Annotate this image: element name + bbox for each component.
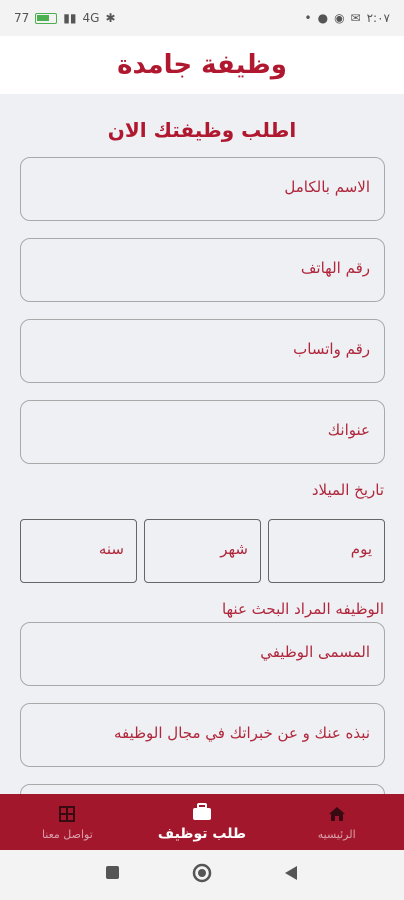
whatsapp-field[interactable]: رقم واتساب xyxy=(20,319,385,383)
nav-job-request-label: طلب توظيف xyxy=(157,826,247,842)
app-bar: وظيفة جامدة xyxy=(0,36,404,94)
job-title-placeholder: المسمى الوظيفي xyxy=(260,643,370,661)
grid-icon xyxy=(56,804,78,824)
dob-label: تاريخ الميلاد xyxy=(311,481,384,499)
briefcase-icon xyxy=(191,802,213,822)
bio-placeholder: نبذه عنك و عن خبراتك في مجال الوظيفه xyxy=(113,724,370,742)
form-heading: اطلب وظيفتك الان xyxy=(107,118,297,142)
recents-icon[interactable] xyxy=(105,865,121,885)
status-right: • ● ◉ ✉ ٢:٠٧ xyxy=(305,11,391,25)
dob-group: يوم شهر سنه xyxy=(20,519,385,583)
address-field[interactable]: عنوانك xyxy=(20,400,385,464)
full-name-field[interactable]: الاسم بالكامل xyxy=(20,157,385,221)
battery-level: 77 xyxy=(14,11,30,25)
battery-icon xyxy=(35,12,58,24)
bottom-nav: الرئيسيه طلب توظيف تواصل معنا xyxy=(0,794,404,850)
nav-item-contact[interactable]: تواصل معنا xyxy=(7,804,127,841)
full-name-placeholder: الاسم بالكامل xyxy=(284,178,370,196)
app-title: وظيفة جامدة xyxy=(117,50,287,80)
job-title-field[interactable]: المسمى الوظيفي xyxy=(20,622,385,686)
nav-item-job-request[interactable]: طلب توظيف xyxy=(142,802,262,842)
home-button-icon[interactable] xyxy=(191,862,213,888)
status-time: ٢:٠٧ xyxy=(366,11,390,25)
nav-item-home[interactable]: الرئيسيه xyxy=(277,804,397,841)
network-type: 4G xyxy=(82,11,100,25)
nav-contact-label: تواصل معنا xyxy=(41,827,93,841)
whatsapp-placeholder: رقم واتساب xyxy=(293,340,370,358)
message-icon: ✉ xyxy=(350,11,361,25)
home-icon xyxy=(326,804,348,824)
phone-field[interactable]: رقم الهاتف xyxy=(20,238,385,302)
bluetooth-icon: ✱ xyxy=(105,11,116,25)
system-nav-bar xyxy=(0,850,404,900)
nav-home-label: الرئيسيه xyxy=(317,827,356,841)
status-bar: 77 ▮▮ 4G ✱ • ● ◉ ✉ ٢:٠٧ xyxy=(0,0,404,36)
form-container: اطلب وظيفتك الان الاسم بالكامل رقم الهات… xyxy=(0,94,404,794)
bio-field[interactable]: نبذه عنك و عن خبراتك في مجال الوظيفه xyxy=(20,703,385,767)
job-label: الوظيفه المراد البحث عنها xyxy=(221,600,384,618)
whatsapp-icon: ◉ xyxy=(334,11,345,25)
day-placeholder: يوم xyxy=(350,540,372,558)
day-field[interactable]: يوم xyxy=(268,519,385,583)
phone-placeholder: رقم الهاتف xyxy=(300,259,370,277)
status-left: 77 ▮▮ 4G ✱ xyxy=(14,11,116,25)
more-notifications-icon: • xyxy=(304,11,312,25)
signal-icon: ▮▮ xyxy=(63,11,77,25)
month-field[interactable]: شهر xyxy=(144,519,261,583)
year-placeholder: سنه xyxy=(98,540,124,558)
month-placeholder: شهر xyxy=(220,540,248,558)
year-field[interactable]: سنه xyxy=(20,519,137,583)
address-placeholder: عنوانك xyxy=(327,421,370,439)
back-icon[interactable] xyxy=(283,865,299,885)
chat-icon: ● xyxy=(317,11,329,25)
next-field[interactable] xyxy=(20,784,385,794)
